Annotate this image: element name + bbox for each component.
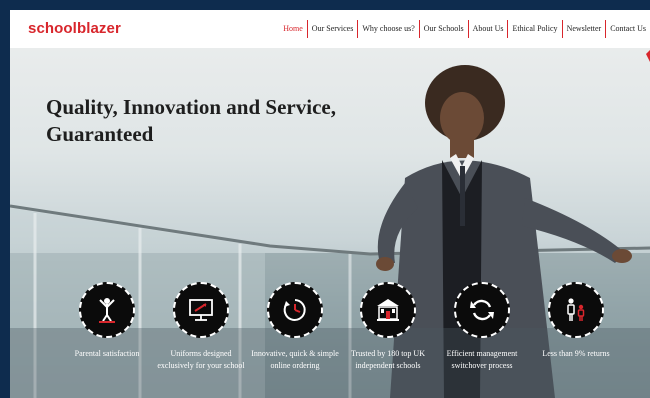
feature-label: Uniforms designed exclusively for your s… <box>157 349 245 370</box>
feature-online-ordering[interactable]: Innovative, quick & simple online orderi… <box>247 282 343 372</box>
feature-circle <box>267 282 323 338</box>
feature-circle <box>360 282 416 338</box>
site-header: schoolblazer Home Our Services Why choos… <box>10 10 650 48</box>
page-frame: schoolblazer Home Our Services Why choos… <box>10 10 650 398</box>
feature-label: Efficient management switchover process <box>446 349 518 370</box>
nav-our-schools[interactable]: Our Schools <box>420 22 468 36</box>
nav-our-services[interactable]: Our Services <box>308 22 358 36</box>
feature-switchover[interactable]: Efficient management switchover process <box>434 282 530 372</box>
feature-circle <box>79 282 135 338</box>
feature-parental-satisfaction[interactable]: Parental satisfaction <box>59 282 155 360</box>
hero-banner: Quality, Innovation and Service, Guarant… <box>10 48 650 398</box>
nav-newsletter[interactable]: Newsletter <box>563 22 606 36</box>
feature-label: Parental satisfaction <box>74 349 140 358</box>
trophy-person-icon <box>99 298 115 323</box>
feature-label: Trusted by 180 top UK independent school… <box>351 349 425 370</box>
monitor-design-icon <box>189 299 213 321</box>
feature-label: Less than 9% returns <box>542 349 610 358</box>
feature-circle <box>454 282 510 338</box>
nav-why-choose-us[interactable]: Why choose us? <box>358 22 418 36</box>
site-logo[interactable]: schoolblazer <box>28 20 121 37</box>
feature-trusted-schools[interactable]: Trusted by 180 top UK independent school… <box>340 282 436 372</box>
nav-ethical-policy[interactable]: Ethical Policy <box>508 22 561 36</box>
hero-headline: Quality, Innovation and Service, Guarant… <box>46 95 336 146</box>
clock-speed-icon <box>283 299 306 321</box>
feature-uniforms-designed[interactable]: Uniforms designed exclusively for your s… <box>153 282 249 372</box>
feature-label: Innovative, quick & simple online orderi… <box>251 349 339 370</box>
nav-contact-us[interactable]: Contact Us <box>606 22 650 36</box>
nav-about-us[interactable]: About Us <box>469 22 508 36</box>
school-building-icon <box>377 299 399 321</box>
main-nav: Home Our Services Why choose us? Our Sch… <box>279 20 650 38</box>
feature-circle <box>548 282 604 338</box>
nav-home[interactable]: Home <box>279 22 307 36</box>
feature-circle <box>173 282 229 338</box>
feature-returns[interactable]: Less than 9% returns <box>528 282 624 360</box>
family-icon <box>567 298 585 321</box>
refresh-cycle-icon <box>470 299 494 321</box>
